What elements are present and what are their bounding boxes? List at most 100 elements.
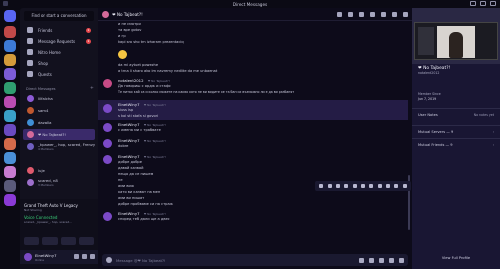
message-author[interactable]: notalent2012	[118, 78, 144, 83]
server-icon[interactable]	[4, 166, 16, 178]
dm-item[interactable]: dazalla	[23, 117, 95, 128]
create-dm-button[interactable]: +	[90, 86, 94, 91]
attach-icon[interactable]	[106, 257, 112, 263]
dm-item[interactable]: luje	[23, 165, 95, 176]
profile-panel: ❤ No Tajbeat?! notalent2012 Member Since…	[412, 8, 500, 269]
server-icon[interactable]	[4, 138, 16, 150]
message-author[interactable]: ElnetWiny7	[118, 211, 139, 216]
avatar[interactable]	[103, 79, 112, 88]
nav-shop[interactable]: Shop	[23, 58, 95, 68]
message-author[interactable]: ElnetWiny7	[118, 122, 139, 127]
home-icon[interactable]	[4, 10, 16, 22]
message: ElnetWiny7 ❤ No Tajbeat?! с имена ми с т…	[98, 122, 408, 136]
speak-icon[interactable]	[386, 184, 391, 188]
message-placeholder: Message @❤ No Tajbeat?!	[116, 257, 166, 263]
view-full-profile-link[interactable]: View Full Profile	[412, 256, 500, 260]
avatar[interactable]	[103, 104, 112, 113]
apps-icon[interactable]	[399, 257, 404, 263]
search-conversation-button[interactable]: Find or start a conversation	[24, 11, 94, 21]
minimize-icon[interactable]	[470, 1, 476, 6]
reply-icon[interactable]	[344, 184, 349, 188]
server-icon[interactable]	[4, 194, 16, 206]
dm-item[interactable]: _kpawer_, hop, scared, Frenzy 4 Members	[23, 141, 95, 152]
avatar	[27, 95, 34, 102]
reaction-icon[interactable]	[319, 184, 324, 188]
forward-icon[interactable]	[352, 184, 357, 188]
maximize-icon[interactable]	[480, 1, 486, 6]
avatar	[27, 167, 34, 174]
nav-quests[interactable]: Quests	[23, 69, 95, 79]
dm-item[interactable]: lilfalcha	[23, 93, 95, 104]
delete-icon[interactable]	[394, 184, 399, 188]
avatar[interactable]	[103, 212, 112, 221]
server-icon[interactable]	[4, 68, 16, 80]
sticker-icon[interactable]	[379, 257, 384, 263]
title-bar: Direct Messages	[0, 0, 500, 8]
nav-message-requests[interactable]: Message Requests 1	[23, 36, 95, 46]
microphone-icon[interactable]	[74, 254, 79, 259]
pin-message-icon[interactable]	[369, 184, 374, 188]
server-icon[interactable]	[4, 26, 16, 38]
voice-channel[interactable]: scared, _kpawer_, hop, scared...	[24, 220, 72, 224]
shop-icon	[27, 60, 33, 66]
camera-button[interactable]	[24, 237, 40, 245]
search-icon[interactable]	[392, 12, 397, 17]
server-icon[interactable]	[4, 180, 16, 192]
emoji-picker-icon[interactable]	[389, 257, 394, 263]
add-friend-icon[interactable]	[370, 12, 375, 17]
avatar	[27, 143, 34, 150]
activity-row: Grand Theft Auto V Legacy Not Sharing	[24, 203, 94, 214]
soundboard-button[interactable]	[78, 237, 94, 245]
screen-share-button[interactable]	[42, 237, 58, 245]
video-frame	[437, 26, 475, 58]
stream-preview[interactable]	[414, 22, 498, 60]
gift-icon[interactable]	[359, 257, 364, 263]
user-notes-row[interactable]: User Notes No notes yet	[412, 108, 500, 120]
message-author[interactable]: ElnetWiny7	[118, 154, 139, 159]
more-icon[interactable]	[402, 184, 407, 188]
message-list: и не смотри та вре gotov и гр kapi sro s…	[98, 21, 412, 251]
server-icon[interactable]	[4, 124, 16, 136]
copy-link-icon[interactable]	[377, 184, 382, 188]
mutual-friends-row[interactable]: Mutual Friends — 9 ›	[412, 138, 500, 150]
message-author[interactable]: ElnetWiny7	[118, 138, 139, 143]
server-icon[interactable]	[4, 40, 16, 52]
super-reaction-icon[interactable]	[327, 184, 332, 188]
profile-icon[interactable]	[381, 12, 386, 17]
mutual-servers-row[interactable]: Mutual Servers — 9 ›	[412, 125, 500, 137]
window-title: Direct Messages	[232, 1, 268, 7]
thread-icon[interactable]	[360, 184, 365, 188]
dm-item[interactable]: scared, n8 3 Members	[23, 177, 95, 188]
close-icon[interactable]	[490, 1, 496, 6]
message-author[interactable]: ElnetWiny7	[118, 102, 139, 107]
inbox-icon[interactable]	[403, 12, 408, 17]
video-icon[interactable]	[348, 12, 353, 17]
call-icon[interactable]	[337, 12, 342, 17]
gif-icon[interactable]	[369, 257, 374, 263]
dm-section-header: Direct Messages	[26, 87, 56, 91]
dm-item[interactable]: sam4	[23, 105, 95, 116]
avatar	[102, 10, 109, 18]
edit-icon[interactable]	[335, 184, 340, 188]
server-icon[interactable]	[4, 82, 16, 94]
nav-friends[interactable]: Friends 1	[23, 25, 95, 35]
server-icon[interactable]	[4, 110, 16, 122]
pin-icon[interactable]	[359, 12, 364, 17]
avatar[interactable]	[103, 123, 112, 132]
message: ElnetWiny7 ❤ No Tajbeat?! siuss isp s ko…	[98, 100, 408, 120]
nav-nitro-home[interactable]: Nitro Home	[23, 47, 95, 57]
gear-icon[interactable]	[90, 254, 95, 259]
user-bar[interactable]: ElnetWiny7 Online	[20, 250, 98, 264]
avatar	[27, 131, 34, 138]
dm-item-active[interactable]: ❤ No Tajbeat?!	[23, 129, 95, 140]
activity-button[interactable]	[60, 237, 76, 245]
headphones-icon[interactable]	[82, 254, 87, 259]
server-icon[interactable]	[4, 152, 16, 164]
server-icon[interactable]	[4, 96, 16, 108]
avatar[interactable]	[103, 155, 112, 164]
server-icon[interactable]	[4, 54, 16, 66]
message-input[interactable]: Message @❤ No Tajbeat?!	[102, 254, 408, 266]
video-thumbnail	[418, 27, 434, 55]
profile-tag: notalent2012	[418, 71, 440, 75]
avatar[interactable]	[103, 139, 112, 148]
